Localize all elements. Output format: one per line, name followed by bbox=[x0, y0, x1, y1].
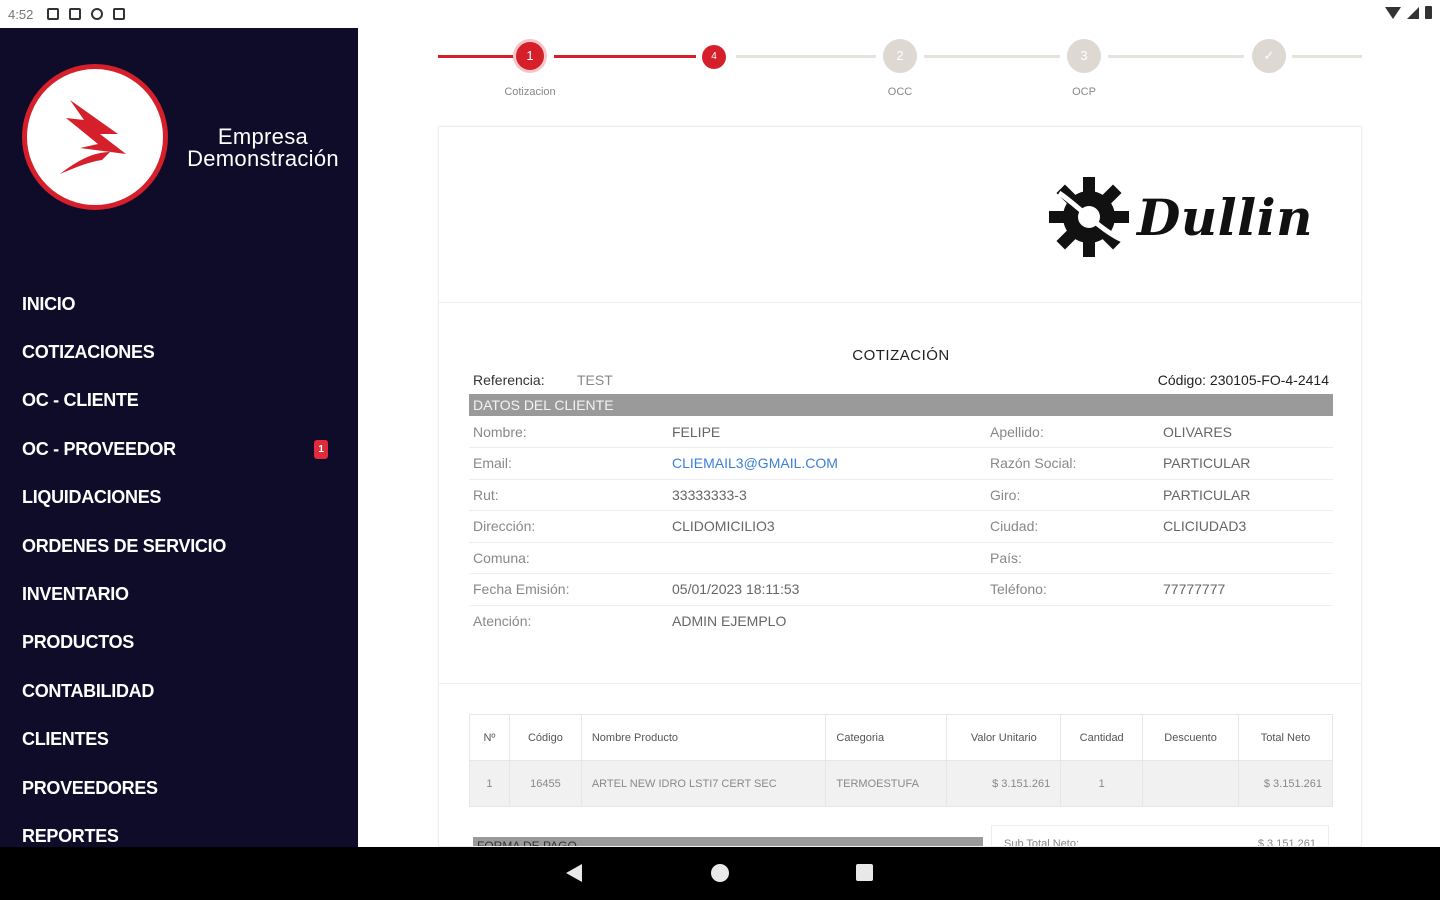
sidebar-item-cotizaciones[interactable]: COTIZACIONES bbox=[22, 328, 332, 376]
recent-apps-icon[interactable] bbox=[856, 864, 873, 881]
wifi-icon bbox=[1385, 6, 1401, 19]
table-header-row: Nº Código Nombre Producto Categoria Valo… bbox=[469, 714, 1333, 761]
step-ocp[interactable]: 3 bbox=[1067, 39, 1101, 73]
subtotal-label: Sub Total Neto: bbox=[1004, 838, 1080, 847]
sidebar-item-ordenes-servicio[interactable]: ORDENES DE SERVICIO bbox=[22, 522, 332, 570]
document-header: Dullin bbox=[439, 127, 1361, 303]
step-label-cotizacion: Cotizacion bbox=[504, 86, 556, 98]
document-title: COTIZACIÓN bbox=[852, 347, 950, 364]
sidebar-item-contabilidad[interactable]: CONTABILIDAD bbox=[22, 667, 332, 715]
payment-section-header: FORMA DE PAGO bbox=[473, 837, 983, 846]
company-name-line2: Demonstración bbox=[187, 146, 339, 171]
table-row: Atención: ADMIN EJEMPLO bbox=[473, 613, 787, 629]
reference-value: TEST bbox=[577, 372, 613, 388]
document-code: Código: 230105-FO-4-2414 bbox=[1157, 372, 1329, 388]
company-name-line1: Empresa bbox=[217, 124, 309, 149]
company-name: Empresa Demonstración bbox=[168, 126, 358, 170]
sidebar-item-proveedores[interactable]: PROVEEDORES bbox=[22, 764, 332, 812]
reference-label: Referencia: bbox=[473, 372, 545, 388]
client-data-table: Nombre: FELIPE Apellido: OLIVARES Email: CL… bbox=[469, 416, 1333, 637]
subtotal-value: $ 3.151.261 bbox=[1257, 838, 1316, 847]
sidebar: Empresa Demonstración INICIO COTIZACIONE… bbox=[0, 28, 358, 847]
quotation-document: Dullin COTIZACIÓN Referencia: TEST Código… bbox=[438, 126, 1362, 847]
lightning-icon bbox=[60, 100, 126, 174]
home-icon[interactable] bbox=[711, 864, 729, 882]
table-row: Fecha Emisión: 05/01/2023 18:11:53 Teléfo… bbox=[469, 573, 1333, 606]
sidebar-item-clientes[interactable]: CLIENTES bbox=[22, 716, 332, 764]
notification-icon bbox=[47, 8, 60, 20]
stepper-line bbox=[924, 55, 1060, 58]
table-row: Nombre: FELIPE Apellido: OLIVARES bbox=[469, 416, 1333, 448]
reference-row: Referencia: TEST Código: 230105-FO-4-2414 bbox=[473, 372, 1329, 388]
table-row: Comuna: País: bbox=[469, 542, 1333, 574]
table-row: Dirección: CLIDOMICILIO3 Ciudad: CLICIUDAD… bbox=[469, 510, 1333, 543]
sidebar-item-reportes[interactable]: REPORTES bbox=[22, 812, 332, 847]
mail-icon bbox=[69, 8, 82, 20]
status-bar: 4:52 bbox=[0, 0, 1440, 28]
gear-icon bbox=[1048, 177, 1129, 257]
sidebar-item-inicio[interactable]: INICIO bbox=[22, 280, 332, 328]
step-label-occ: OCC bbox=[887, 86, 913, 98]
signal-icon bbox=[1407, 6, 1419, 19]
dullin-logo: Dullin bbox=[1045, 173, 1313, 261]
company-logo bbox=[22, 64, 168, 210]
stepper-line bbox=[554, 55, 696, 58]
sidebar-item-oc-cliente[interactable]: OC - CLIENTE bbox=[22, 377, 332, 425]
step-label-ocp: OCP bbox=[1072, 86, 1096, 98]
battery-icon bbox=[1425, 6, 1432, 19]
stepper-line bbox=[736, 55, 876, 58]
sync-icon bbox=[91, 8, 104, 20]
step-complete[interactable]: ✓ bbox=[1252, 39, 1286, 73]
client-email-link[interactable]: CLIEMAIL3@GMAIL.COM bbox=[668, 447, 986, 480]
sidebar-menu: INICIO COTIZACIONES OC - CLIENTE OC - PR… bbox=[22, 280, 332, 847]
back-icon[interactable] bbox=[566, 864, 582, 882]
table-row: Rut: 33333333-3 Giro: PARTICULAR bbox=[469, 479, 1333, 511]
sidebar-item-liquidaciones[interactable]: LIQUIDACIONES bbox=[22, 474, 332, 522]
divider bbox=[439, 683, 1361, 684]
stepper-line bbox=[1292, 55, 1362, 58]
step-occ[interactable]: 2 bbox=[883, 39, 917, 73]
sidebar-item-productos[interactable]: PRODUCTOS bbox=[22, 619, 332, 667]
sidebar-item-oc-proveedor[interactable]: OC - PROVEEDOR 1 bbox=[22, 425, 332, 473]
brand[interactable]: Empresa Demonstración bbox=[22, 64, 339, 210]
table-row: 1 16455 ARTEL NEW IDRO LSTI7 CERT SEC TE… bbox=[469, 760, 1333, 807]
stepper-line bbox=[438, 55, 514, 58]
stepper-line bbox=[1108, 55, 1244, 58]
dullin-logo-text: Dullin bbox=[1136, 187, 1313, 247]
client-section-header: DATOS DEL CLIENTE bbox=[469, 394, 1333, 416]
sidebar-item-inventario[interactable]: INVENTARIO bbox=[22, 570, 332, 618]
subtotal-box: Sub Total Neto: $ 3.151.261 bbox=[991, 825, 1329, 847]
sd-card-icon bbox=[113, 8, 126, 20]
products-table: Nº Código Nombre Producto Categoria Valo… bbox=[469, 714, 1333, 807]
navigation-bar bbox=[0, 847, 1440, 900]
table-row: Email: CLIEMAIL3@GMAIL.COM Razón Social: P… bbox=[469, 447, 1333, 480]
status-time: 4:52 bbox=[8, 6, 34, 22]
notification-badge: 1 bbox=[314, 440, 328, 460]
step-current[interactable]: 4 bbox=[702, 45, 726, 69]
progress-stepper: 1 4 2 3 ✓ Cotizacion OCC OCP bbox=[438, 36, 1362, 100]
step-cotizacion[interactable]: 1 bbox=[513, 39, 547, 73]
